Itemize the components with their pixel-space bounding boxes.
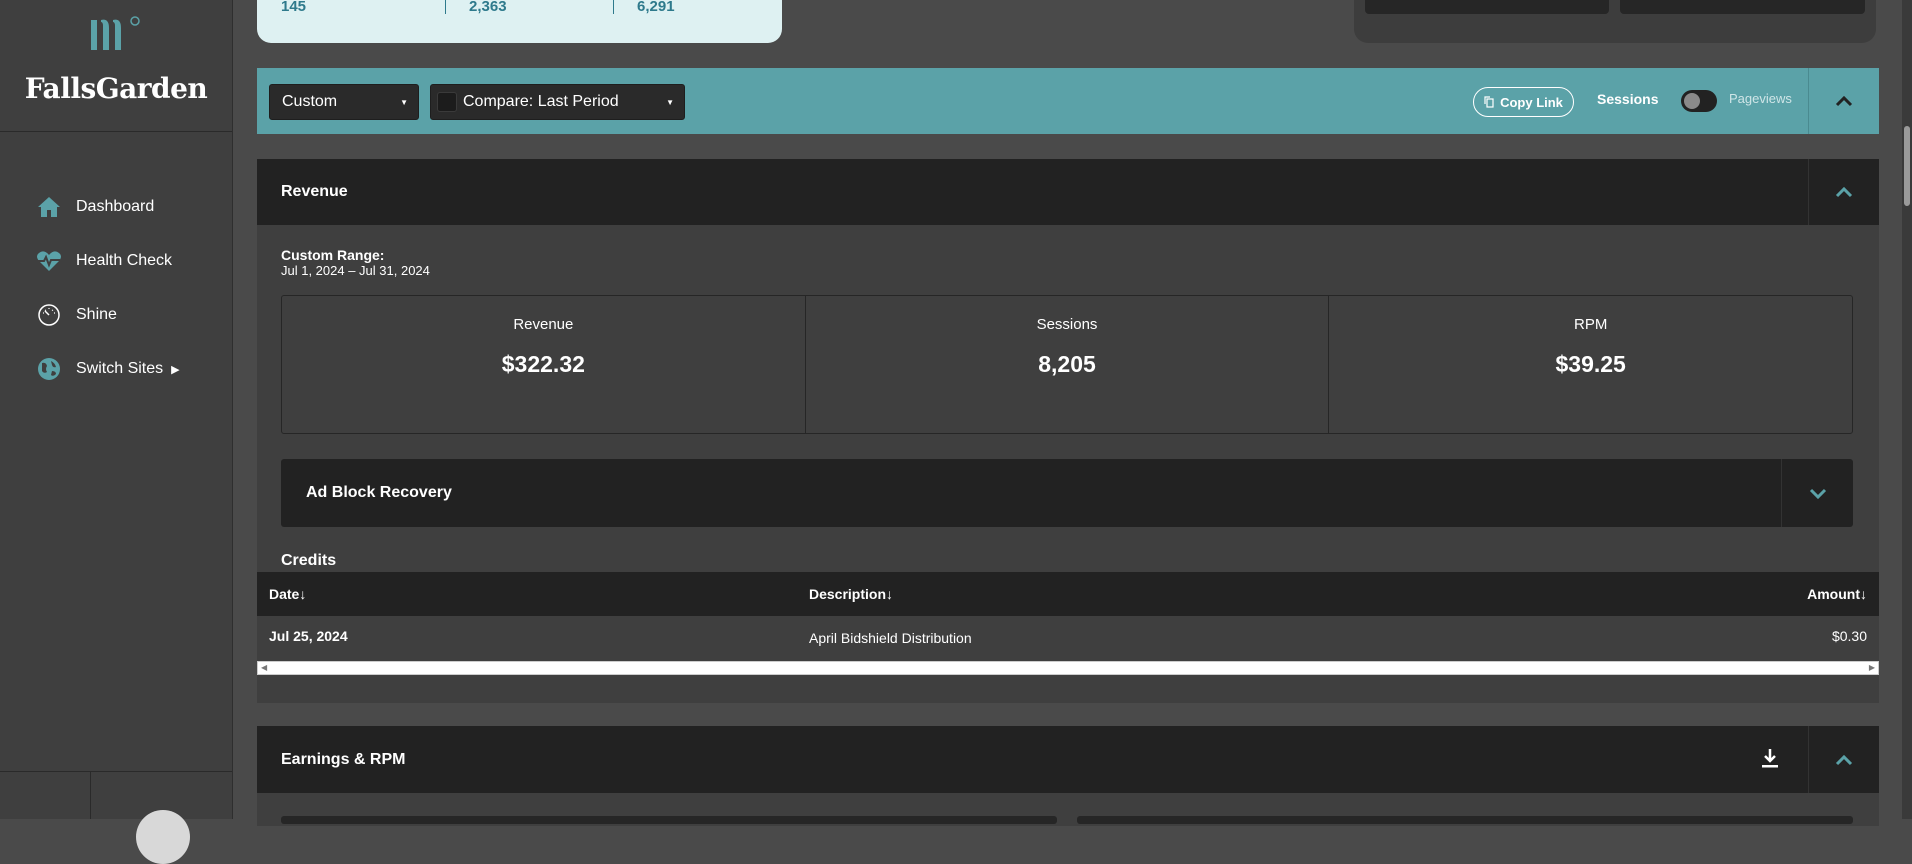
range-title: Custom Range: — [281, 247, 385, 263]
avatar[interactable] — [136, 810, 190, 864]
scroll-right-icon[interactable]: ▶ — [1869, 663, 1875, 672]
table-horizontal-scrollbar[interactable]: ◀ ▶ — [257, 661, 1879, 675]
download-icon[interactable] — [1761, 748, 1779, 773]
page-scrollbar[interactable] — [1902, 0, 1912, 819]
sidebar: FallsGarden Dashboard Health Check Shine… — [0, 0, 233, 864]
cell-amount: $0.30 — [1831, 628, 1867, 644]
stat-sessions: Sessions 8,205 — [806, 296, 1330, 433]
range-dates: Jul 1, 2024 – Jul 31, 2024 — [281, 263, 430, 278]
sidebar-item-shine[interactable]: Shine — [0, 288, 232, 342]
summary-value: 2,363 — [469, 0, 507, 15]
dropdown-arrow-icon: ▼ — [400, 97, 408, 107]
sidebar-item-health-check[interactable]: Health Check — [0, 234, 232, 288]
app-name: FallsGarden — [24, 72, 208, 105]
filter-bar: Custom ▼ Compare: Last Period ▼ Copy Lin… — [257, 68, 1879, 134]
scroll-left-icon[interactable]: ◀ — [261, 663, 267, 672]
globe-icon — [36, 356, 62, 382]
panel-title: Revenue — [281, 183, 348, 200]
scrollbar-thumb[interactable] — [1904, 126, 1910, 206]
expand-ad-block-button[interactable] — [1781, 459, 1853, 527]
sidebar-nav: Dashboard Health Check Shine Switch Site… — [0, 180, 232, 396]
copy-link-button[interactable]: Copy Link — [1473, 87, 1574, 117]
chevron-down-icon — [1809, 488, 1826, 499]
table-row: Jul 25, 2024 April Bidshield Distributio… — [257, 616, 1879, 661]
main-content: 145 2,363 6,291 Custom ▼ Compare: Last P… — [233, 0, 1912, 826]
collapse-filter-button[interactable] — [1808, 68, 1879, 134]
compare-checkbox[interactable] — [437, 92, 457, 112]
stat-rpm: RPM $39.25 — [1555, 316, 1626, 377]
sessions-pageviews-toggle[interactable] — [1681, 90, 1717, 112]
earnings-header: Earnings & RPM — [257, 726, 1879, 793]
panel-title: Earnings & RPM — [281, 750, 406, 768]
chevron-up-icon — [1835, 754, 1853, 765]
chevron-up-icon — [1835, 186, 1853, 198]
home-icon — [36, 194, 62, 220]
summary-value: 6,291 — [637, 0, 675, 15]
sidebar-item-label: Switch Sites — [76, 360, 164, 377]
sidebar-item-label: Dashboard — [76, 198, 155, 215]
compare-select[interactable]: Compare: Last Period ▼ — [430, 84, 685, 120]
earnings-panel: Earnings & RPM — [257, 726, 1879, 826]
ad-block-recovery-section[interactable]: Ad Block Recovery — [281, 459, 1853, 527]
column-header-date[interactable]: Date↓ — [269, 586, 306, 602]
heart-pulse-icon — [36, 248, 62, 274]
credits-title: Credits — [281, 552, 337, 569]
credits-table-header: Date↓ Description↓ Amount↓ — [257, 572, 1879, 616]
toggle-label-sessions: Sessions — [1597, 91, 1659, 107]
revenue-panel: Revenue Custom Range: Jul 1, 2024 – Jul … — [257, 159, 1879, 703]
sidebar-footer — [0, 771, 232, 864]
summary-card-right — [1354, 0, 1876, 43]
date-range-select[interactable]: Custom ▼ — [269, 84, 419, 120]
summary-card: 145 2,363 6,291 — [257, 0, 782, 43]
cell-date: Jul 25, 2024 — [269, 628, 348, 644]
toggle-label-pageviews: Pageviews — [1729, 91, 1792, 106]
sidebar-item-dashboard[interactable]: Dashboard — [0, 180, 232, 234]
stat-revenue: Revenue $322.32 — [282, 296, 806, 433]
cell-description: April Bidshield Distribution — [809, 630, 972, 646]
dropdown-arrow-icon: ▼ — [666, 97, 674, 107]
copy-icon — [1484, 96, 1494, 108]
sidebar-item-switch-sites[interactable]: Switch Sites ▶ — [0, 342, 232, 396]
collapse-earnings-button[interactable] — [1808, 726, 1879, 793]
sidebar-item-label: Health Check — [76, 252, 173, 269]
logo-icon — [91, 16, 140, 50]
logo[interactable]: FallsGarden — [0, 0, 232, 132]
stats-grid: Revenue $322.32 Sessions 8,205 RPM $39.2… — [281, 295, 1853, 434]
gauge-icon — [36, 302, 62, 328]
column-header-description[interactable]: Description↓ — [809, 586, 893, 602]
column-header-amount[interactable]: Amount↓ — [1807, 586, 1867, 602]
collapse-revenue-button[interactable] — [1808, 159, 1879, 225]
summary-value: 145 — [281, 0, 307, 15]
caret-right-icon: ▶ — [171, 363, 180, 376]
sidebar-item-label: Shine — [76, 306, 117, 323]
revenue-header: Revenue — [257, 159, 1879, 225]
chevron-up-icon — [1835, 95, 1853, 107]
